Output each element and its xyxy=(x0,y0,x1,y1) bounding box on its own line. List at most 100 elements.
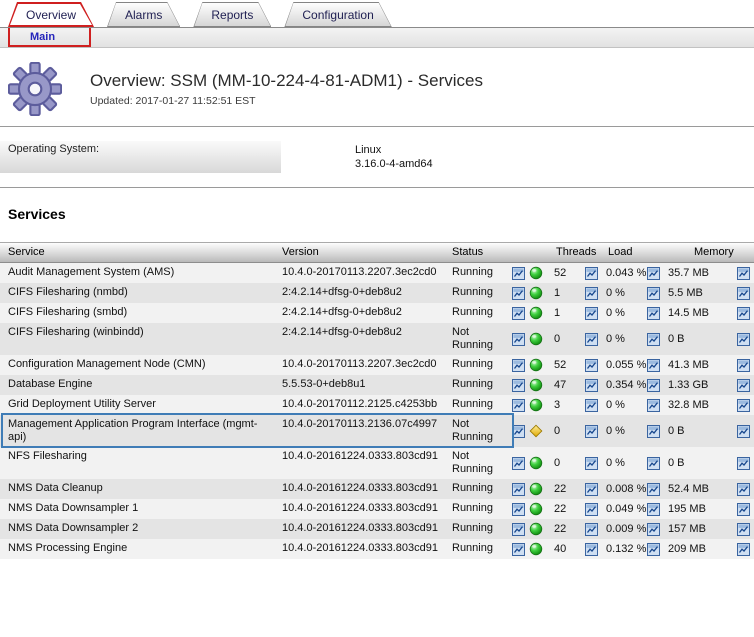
memory-chart-icon[interactable] xyxy=(737,399,750,412)
status-icons xyxy=(508,447,550,479)
memory-value: 0 B xyxy=(668,333,685,345)
threads-chart-icon[interactable] xyxy=(585,503,598,516)
load-value: 0.049 % xyxy=(606,503,646,515)
memory-value: 52.4 MB xyxy=(668,483,709,495)
main-link[interactable]: Main xyxy=(30,28,55,47)
service-name: Database Engine xyxy=(0,375,276,395)
tab-configuration[interactable]: Configuration xyxy=(284,2,391,27)
load-chart-icon[interactable] xyxy=(647,287,660,300)
threads-chart-icon[interactable] xyxy=(585,483,598,496)
memory-chart-icon[interactable] xyxy=(737,457,750,470)
threads-value: 22 xyxy=(554,483,566,495)
service-status: Running xyxy=(446,283,508,303)
load-chart-icon[interactable] xyxy=(647,483,660,496)
events-chart-icon[interactable] xyxy=(512,307,525,320)
memory-chart-icon[interactable] xyxy=(737,267,750,280)
threads-cell: 22 xyxy=(550,519,602,539)
service-name: CIFS Filesharing (nmbd) xyxy=(0,283,276,303)
tab-overview[interactable]: Overview xyxy=(8,2,94,27)
tab-alarms[interactable]: Alarms xyxy=(107,2,180,27)
normal-state-icon xyxy=(529,266,543,280)
load-cell: 0 % xyxy=(602,323,664,355)
events-chart-icon[interactable] xyxy=(512,287,525,300)
events-chart-icon[interactable] xyxy=(512,483,525,496)
load-chart-icon[interactable] xyxy=(647,359,660,372)
threads-chart-icon[interactable] xyxy=(585,399,598,412)
table-row: Configuration Management Node (CMN) 10.4… xyxy=(0,355,754,375)
memory-chart-icon[interactable] xyxy=(737,503,750,516)
load-chart-icon[interactable] xyxy=(647,399,660,412)
memory-chart-icon[interactable] xyxy=(737,287,750,300)
table-row: NMS Data Cleanup 10.4.0-20161224.0333.80… xyxy=(0,479,754,499)
tab-reports[interactable]: Reports xyxy=(193,2,271,27)
threads-value: 1 xyxy=(554,287,560,299)
memory-chart-icon[interactable] xyxy=(737,523,750,536)
events-chart-icon[interactable] xyxy=(512,333,525,346)
load-chart-icon[interactable] xyxy=(647,333,660,346)
events-chart-icon[interactable] xyxy=(512,503,525,516)
events-chart-icon[interactable] xyxy=(512,267,525,280)
status-icons xyxy=(508,303,550,323)
service-version: 10.4.0-20170112.2125.c4253bb xyxy=(276,395,446,415)
operating-system-row: Operating System: Linux 3.16.0-4-amd64 xyxy=(0,141,754,173)
threads-chart-icon[interactable] xyxy=(585,267,598,280)
memory-cell: 32.8 MB xyxy=(664,395,754,415)
page-title: Overview: SSM (MM-10-224-4-81-ADM1) - Se… xyxy=(90,71,483,91)
load-value: 0.009 % xyxy=(606,523,646,535)
events-chart-icon[interactable] xyxy=(512,543,525,556)
memory-chart-icon[interactable] xyxy=(737,307,750,320)
load-chart-icon[interactable] xyxy=(647,503,660,516)
memory-value: 1.33 GB xyxy=(668,379,708,391)
memory-cell: 0 B xyxy=(664,323,754,355)
threads-chart-icon[interactable] xyxy=(585,379,598,392)
load-value: 0 % xyxy=(606,287,625,299)
threads-chart-icon[interactable] xyxy=(585,359,598,372)
events-chart-icon[interactable] xyxy=(512,379,525,392)
divider xyxy=(0,126,754,127)
memory-chart-icon[interactable] xyxy=(737,359,750,372)
load-chart-icon[interactable] xyxy=(647,425,660,438)
events-chart-icon[interactable] xyxy=(512,457,525,470)
threads-chart-icon[interactable] xyxy=(585,307,598,320)
memory-cell: 52.4 MB xyxy=(664,479,754,499)
events-chart-icon[interactable] xyxy=(512,425,525,438)
gear-icon xyxy=(8,62,62,116)
service-status: Running xyxy=(446,519,508,539)
load-chart-icon[interactable] xyxy=(647,457,660,470)
load-chart-icon[interactable] xyxy=(647,267,660,280)
threads-chart-icon[interactable] xyxy=(585,287,598,300)
threads-chart-icon[interactable] xyxy=(585,543,598,556)
load-cell: 0.354 % xyxy=(602,375,664,395)
load-chart-icon[interactable] xyxy=(647,523,660,536)
memory-chart-icon[interactable] xyxy=(737,425,750,438)
status-icons xyxy=(508,375,550,395)
divider xyxy=(0,187,754,188)
load-cell: 0 % xyxy=(602,447,664,479)
load-value: 0 % xyxy=(606,425,625,437)
memory-chart-icon[interactable] xyxy=(737,543,750,556)
threads-chart-icon[interactable] xyxy=(585,333,598,346)
status-icons xyxy=(508,283,550,303)
threads-cell: 1 xyxy=(550,303,602,323)
events-chart-icon[interactable] xyxy=(512,523,525,536)
memory-chart-icon[interactable] xyxy=(737,333,750,346)
load-chart-icon[interactable] xyxy=(647,543,660,556)
load-value: 0.008 % xyxy=(606,483,646,495)
service-status: Running xyxy=(446,375,508,395)
load-cell: 0 % xyxy=(602,395,664,415)
service-version: 5.5.53-0+deb8u1 xyxy=(276,375,446,395)
status-icons xyxy=(508,415,550,447)
load-chart-icon[interactable] xyxy=(647,307,660,320)
service-version: 10.4.0-20161224.0333.803cd91 xyxy=(276,479,446,499)
memory-value: 209 MB xyxy=(668,543,706,555)
events-chart-icon[interactable] xyxy=(512,359,525,372)
events-chart-icon[interactable] xyxy=(512,399,525,412)
threads-chart-icon[interactable] xyxy=(585,425,598,438)
memory-cell: 0 B xyxy=(664,447,754,479)
threads-chart-icon[interactable] xyxy=(585,457,598,470)
threads-chart-icon[interactable] xyxy=(585,523,598,536)
load-chart-icon[interactable] xyxy=(647,379,660,392)
memory-chart-icon[interactable] xyxy=(737,483,750,496)
memory-chart-icon[interactable] xyxy=(737,379,750,392)
os-kernel-version: 3.16.0-4-amd64 xyxy=(355,157,433,171)
